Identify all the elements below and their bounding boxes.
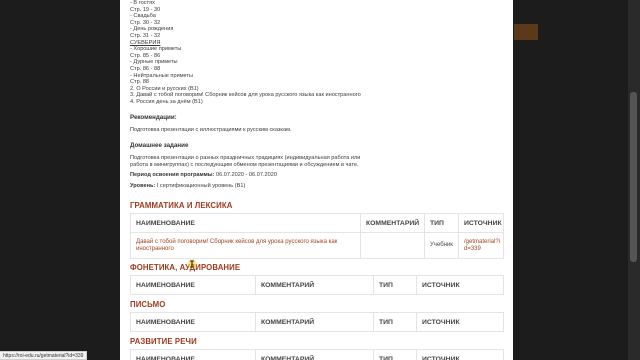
speech-section-title: РАЗВИТИЕ РЕЧИ (130, 337, 197, 346)
column-header-comment: КОММЕНТАРИЙ (256, 350, 374, 360)
material-type: Учебник (425, 233, 459, 258)
list-item: - День рождения (130, 26, 174, 33)
column-header-type: ТИП (374, 313, 417, 331)
list-item: Стр. 30 - 32 (130, 19, 161, 26)
material-source-link[interactable]: /getmaterial?id=339 (459, 233, 505, 258)
column-header-name: НАИМЕНОВАНИЕ (131, 276, 256, 294)
table-header-row: НАИМЕНОВАНИЕ КОММЕНТАРИЙ ТИП ИСТОЧНИК (131, 313, 503, 331)
material-name-link[interactable]: Давай с тобой поговорим! Сборник кейсов … (131, 233, 361, 258)
column-header-comment: КОММЕНТАРИЙ (256, 313, 374, 331)
recommendations-text: Подготовка презентации с иллюстрациями к… (130, 127, 292, 133)
text-cursor-icon (187, 259, 197, 269)
level-label: Уровень: (130, 183, 156, 189)
grammar-section-title: ГРАММАТИКА И ЛЕКСИКА (130, 201, 233, 210)
homework-heading: Домашнее задание (130, 142, 189, 149)
status-bar-url: https://roi-edu.ru/getmaterial?id=339 (0, 351, 88, 360)
list-item: Стр. 85 - 86 (130, 52, 161, 59)
list-item: - Дурные приметы (130, 59, 178, 66)
list-item: - Хорошие приметы (130, 46, 182, 53)
table-row: Давай с тобой поговорим! Сборник кейсов … (131, 233, 503, 258)
material-comment (361, 233, 425, 258)
document-page: - В гостях Стр. 19 - 30 - Свадьба Стр. 3… (120, 0, 513, 360)
list-item: Стр. 19 - 30 (130, 6, 161, 13)
list-item: - Нейтральные приметы (130, 72, 194, 79)
superstitions-heading: СУЕВЕРИЯ (130, 39, 161, 46)
column-header-source: ИСТОЧНИК (422, 355, 460, 360)
writing-table: НАИМЕНОВАНИЕ КОММЕНТАРИЙ ТИП ИСТОЧНИК (130, 312, 504, 332)
list-item: Стр. 88 (130, 79, 150, 86)
writing-section-title: ПИСЬМО (130, 300, 166, 309)
level-line: Уровень: I сертификационный уровень (В1) (130, 183, 430, 190)
list-item: - В гостях (130, 0, 155, 6)
period-line: Период освоения программы: 06.07.2020 - … (130, 172, 430, 179)
column-header-comment: КОММЕНТАРИЙ (256, 276, 374, 294)
table-header-row: НАИМЕНОВАНИЕ КОММЕНТАРИЙ ТИП ИСТОЧНИК (131, 214, 503, 233)
list-item: - Свадьба (130, 13, 156, 20)
list-item: 3. Давай с тобой поговорим! Сборник кейс… (130, 92, 361, 99)
side-button[interactable] (514, 24, 538, 40)
column-header-source: ИСТОЧНИК (422, 281, 460, 289)
recommendations-heading: Рекомендации: (130, 114, 177, 121)
list-item: 4. Россия день за днём (В1) (130, 98, 203, 105)
list-item: Стр. 31 - 32 (130, 32, 161, 39)
column-header-type: ТИП (374, 350, 417, 360)
speech-table: НАИМЕНОВАНИЕ КОММЕНТАРИЙ ТИП ИСТОЧНИК (130, 349, 504, 360)
period-label: Период освоения программы: (130, 172, 215, 178)
page-scrollbar[interactable] (628, 0, 640, 360)
table-header-row: НАИМЕНОВАНИЕ КОММЕНТАРИЙ ТИП ИСТОЧНИК (131, 350, 503, 360)
period-value: 06.07.2020 - 06.07.2020 (215, 172, 277, 178)
list-item: Стр. 86 - 88 (130, 65, 161, 72)
column-header-name: НАИМЕНОВАНИЕ (131, 313, 256, 331)
homework-text: Подготовка презентации о разных празднич… (130, 155, 361, 168)
phonetics-table: НАИМЕНОВАНИЕ КОММЕНТАРИЙ ТИП ИСТОЧНИК (130, 275, 504, 295)
phonetics-section-title: ФОНЕТИКА, АУДИРОВАНИЕ (130, 263, 241, 272)
table-header-row: НАИМЕНОВАНИЕ КОММЕНТАРИЙ ТИП ИСТОЧНИК (131, 276, 503, 294)
column-header-source: ИСТОЧНИК (464, 219, 502, 227)
column-header-type: ТИП (425, 214, 459, 232)
scrollbar-thumb[interactable] (630, 92, 637, 262)
column-header-type: ТИП (374, 276, 417, 294)
column-header-name: НАИМЕНОВАНИЕ (131, 350, 256, 360)
column-header-name: НАИМЕНОВАНИЕ (131, 214, 361, 232)
column-header-comment: КОММЕНТАРИЙ (361, 214, 425, 232)
level-value: I сертификационный уровень (В1) (156, 183, 246, 189)
occasions-list: - В гостях Стр. 19 - 30 - Свадьба Стр. 3… (130, 0, 361, 106)
grammar-table: НАИМЕНОВАНИЕ КОММЕНТАРИЙ ТИП ИСТОЧНИК Да… (130, 213, 504, 259)
column-header-source: ИСТОЧНИК (422, 318, 460, 326)
